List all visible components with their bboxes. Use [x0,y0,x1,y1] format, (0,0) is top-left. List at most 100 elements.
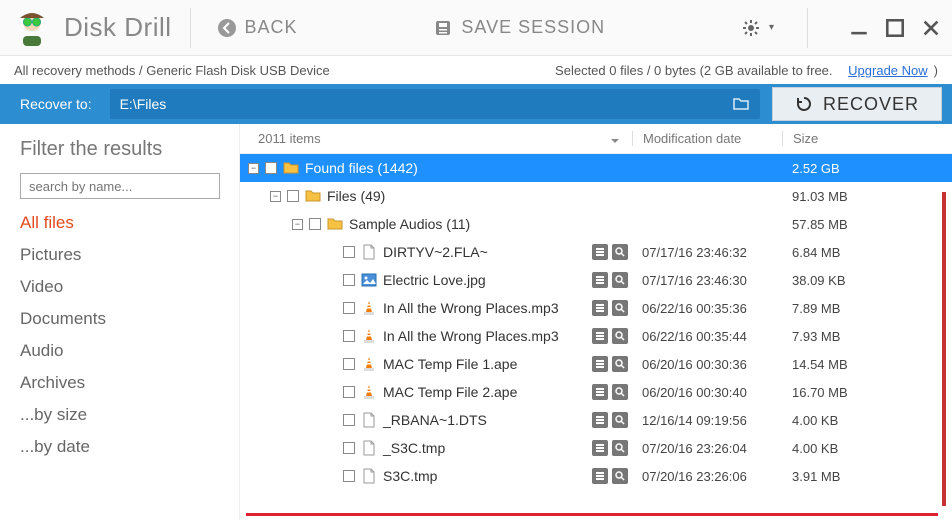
tree-file-row[interactable]: In All the Wrong Places.mp306/22/16 00:3… [240,322,952,350]
tree-file-row[interactable]: MAC Temp File 1.ape06/20/16 00:30:3614.5… [240,350,952,378]
tree-file-row[interactable]: MAC Temp File 2.ape06/20/16 00:30:4016.7… [240,378,952,406]
maximize-button[interactable] [886,19,904,37]
expander-icon[interactable]: − [270,191,281,202]
search-item-icon[interactable] [612,412,628,428]
preview-icon[interactable] [592,440,608,456]
row-checkbox[interactable] [265,162,277,174]
back-icon [217,18,237,38]
preview-icon[interactable] [592,328,608,344]
upgrade-link[interactable]: Upgrade Now [848,63,928,78]
filter-item[interactable]: Audio [20,341,223,361]
filter-item[interactable]: Archives [20,373,223,393]
minimize-button[interactable] [850,19,868,37]
filter-item[interactable]: All files [20,213,223,233]
row-label: Sample Audios (11) [349,216,470,232]
status-trail: ) [934,63,938,78]
search-item-icon[interactable] [612,356,628,372]
tree-folder-row[interactable]: −Files (49)91.03 MB [240,182,952,210]
search-item-icon[interactable] [612,328,628,344]
recover-bar: Recover to: RECOVER [0,84,952,124]
expander-icon[interactable]: − [292,219,303,230]
preview-icon[interactable] [592,468,608,484]
logo-area: Disk Drill [12,8,172,48]
row-checkbox[interactable] [343,414,355,426]
tree-file-row[interactable]: S3C.tmp07/20/16 23:26:063.91 MB [240,462,952,490]
filter-item[interactable]: Pictures [20,245,223,265]
row-checkbox[interactable] [343,274,355,286]
row-checkbox[interactable] [343,358,355,370]
row-size: 7.89 MB [782,301,952,316]
search-item-icon[interactable] [612,300,628,316]
column-modification[interactable]: Modification date [632,131,782,146]
row-checkbox[interactable] [309,218,321,230]
recover-button-label: RECOVER [823,94,919,115]
row-label: In All the Wrong Places.mp3 [383,300,559,316]
search-item-icon[interactable] [612,468,628,484]
row-checkbox[interactable] [343,330,355,342]
search-item-icon[interactable] [612,440,628,456]
filter-item[interactable]: Video [20,277,223,297]
breadcrumb-device[interactable]: Generic Flash Disk USB Device [146,63,330,78]
row-modification: 12/16/14 09:19:56 [632,413,782,428]
back-button[interactable]: BACK [209,13,306,42]
tree-file-row[interactable]: In All the Wrong Places.mp306/22/16 00:3… [240,294,952,322]
row-size: 2.52 GB [782,161,952,176]
recover-path-input[interactable] [120,96,732,112]
row-size: 14.54 MB [782,357,952,372]
preview-icon[interactable] [592,300,608,316]
filter-title: Filter the results [20,138,223,161]
tree-file-row[interactable]: Electric Love.jpg07/17/16 23:46:3038.09 … [240,266,952,294]
row-checkbox[interactable] [287,190,299,202]
sidebar: Filter the results All files Pictures Vide… [0,124,240,520]
row-label: S3C.tmp [383,468,437,484]
column-size[interactable]: Size [782,131,952,146]
row-modification: 06/20/16 00:30:36 [632,357,782,372]
tree-file-row[interactable]: _RBANA~1.DTS12/16/14 09:19:564.00 KB [240,406,952,434]
preview-icon[interactable] [592,384,608,400]
column-name[interactable]: 2011 items [240,131,632,146]
file-icon [361,244,377,260]
row-modification: 07/17/16 23:46:30 [632,273,782,288]
gear-icon [741,18,761,38]
row-checkbox[interactable] [343,386,355,398]
search-item-icon[interactable] [612,272,628,288]
file-icon [361,412,377,428]
row-label: Files (49) [327,188,385,204]
tree-folder-row[interactable]: −Found files (1442)2.52 GB [240,154,952,182]
save-session-button[interactable]: SAVE SESSION [425,13,613,42]
filter-item[interactable]: Documents [20,309,223,329]
browse-folder-icon[interactable] [732,95,750,113]
filter-list: All files Pictures Video Documents Audio Arch… [20,213,223,457]
preview-icon[interactable] [592,272,608,288]
scroll-indicator[interactable] [942,192,946,506]
row-checkbox[interactable] [343,246,355,258]
row-size: 4.00 KB [782,413,952,428]
sort-caret-icon[interactable] [610,134,620,144]
preview-icon[interactable] [592,412,608,428]
file-icon [361,440,377,456]
column-header: 2011 items Modification date Size [240,124,952,154]
row-modification: 07/17/16 23:46:32 [632,245,782,260]
tree-folder-row[interactable]: −Sample Audios (11)57.85 MB [240,210,952,238]
filter-item[interactable]: ...by date [20,437,223,457]
row-size: 38.09 KB [782,273,952,288]
search-item-icon[interactable] [612,384,628,400]
filter-item[interactable]: ...by size [20,405,223,425]
preview-icon[interactable] [592,356,608,372]
tree-file-row[interactable]: _S3C.tmp07/20/16 23:26:044.00 KB [240,434,952,462]
content-panel: 2011 items Modification date Size −Found… [240,124,952,520]
row-size: 6.84 MB [782,245,952,260]
close-button[interactable] [922,19,940,37]
breadcrumb-methods[interactable]: All recovery methods [14,63,135,78]
row-checkbox[interactable] [343,470,355,482]
search-item-icon[interactable] [612,244,628,260]
row-checkbox[interactable] [343,442,355,454]
image-icon [361,272,377,288]
recover-button[interactable]: RECOVER [772,87,942,121]
preview-icon[interactable] [592,244,608,260]
search-input[interactable] [20,173,220,199]
settings-button[interactable]: ▾ [733,14,783,42]
row-checkbox[interactable] [343,302,355,314]
expander-icon[interactable]: − [248,163,259,174]
tree-file-row[interactable]: DIRTYV~2.FLA~07/17/16 23:46:326.84 MB [240,238,952,266]
